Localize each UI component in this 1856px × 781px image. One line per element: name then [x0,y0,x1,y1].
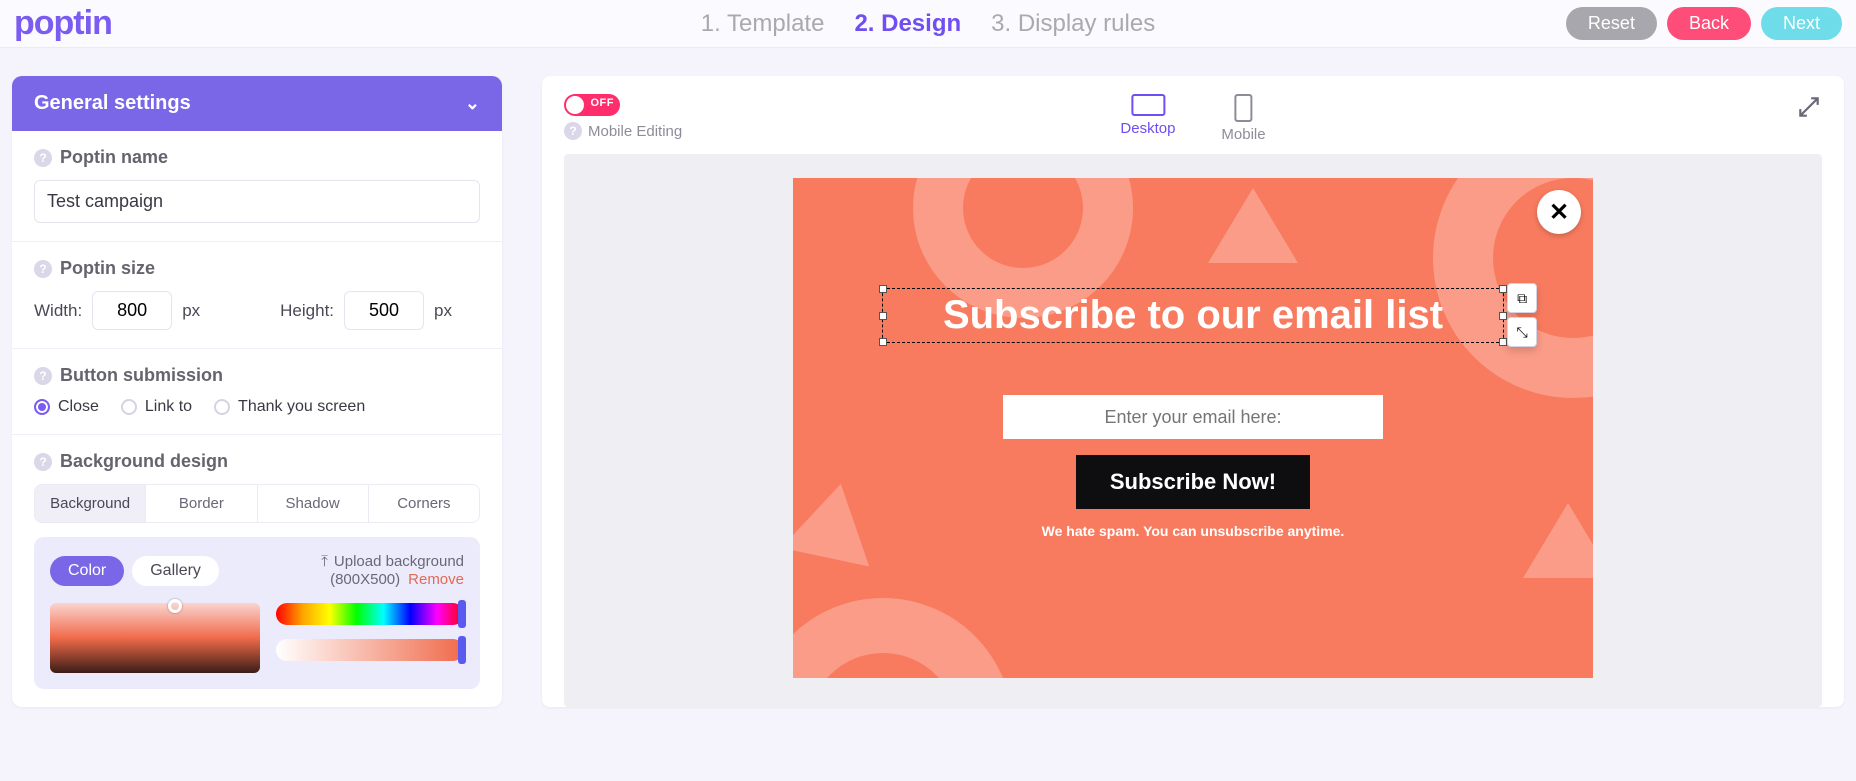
section-label: Poptin size [60,258,155,279]
poptin-name-section: ? Poptin name [12,131,502,242]
upload-background[interactable]: ⤒Upload background (800X500)Remove [321,553,464,589]
section-label: Background design [60,451,228,472]
upload-icon: ⤒ [321,553,328,570]
unit-label: px [434,301,452,321]
reset-button[interactable]: Reset [1566,7,1657,40]
device-desktop[interactable]: Desktop [1120,94,1175,143]
radio-close[interactable]: Close [34,398,99,416]
mobile-editing-label: Mobile Editing [588,123,682,140]
resize-handle-icon[interactable] [879,338,887,346]
resize-handle-icon[interactable] [879,312,887,320]
duplicate-button[interactable]: ⧉ [1507,283,1537,313]
preview-stage: ✕ Subscribe to our email list ⧉ ⤡ [564,154,1822,707]
tab-background[interactable]: Background [35,485,145,522]
toggle-knob-icon [566,96,584,114]
help-icon[interactable]: ? [564,122,582,140]
tab-corners[interactable]: Corners [368,485,479,522]
pill-gallery[interactable]: Gallery [132,556,219,586]
expand-button[interactable]: ⤡ [1507,317,1537,347]
step-display-rules[interactable]: 3. Display rules [991,10,1155,38]
help-icon[interactable]: ? [34,367,52,385]
panel-title: General settings [34,92,191,115]
back-button[interactable]: Back [1667,7,1751,40]
chevron-down-icon: ⌄ [465,93,480,114]
resize-handle-icon[interactable] [1499,312,1507,320]
hue-slider[interactable] [276,603,464,625]
logo: poptin [14,4,112,43]
settings-sidebar: General settings ⌄ ? Poptin name ? Popti… [12,76,502,707]
step-design[interactable]: 2. Design [854,10,961,38]
radio-thank-you[interactable]: Thank you screen [214,398,365,416]
button-submission-section: ? Button submission Close Link to Thank … [12,349,502,435]
help-icon[interactable]: ? [34,260,52,278]
resize-handle-icon[interactable] [879,285,887,293]
main-area: General settings ⌄ ? Poptin name ? Popti… [0,48,1856,707]
popup-headline: Subscribe to our email list [943,293,1443,337]
canvas-toolbar: OFF ? Mobile Editing Desktop Mobile [564,94,1822,154]
mobile-icon [1235,94,1253,122]
top-buttons: Reset Back Next [1566,7,1842,40]
color-field[interactable] [50,603,260,673]
poptin-size-section: ? Poptin size Width: px Height: px [12,242,502,349]
bg-panel: Color Gallery ⤒Upload background (800X50… [34,537,480,689]
fullscreen-icon[interactable] [1796,94,1822,120]
copy-icon: ⧉ [1517,290,1527,307]
popup-disclaimer: We hate spam. You can unsubscribe anytim… [1042,523,1345,539]
mobile-editing-toggle[interactable]: OFF [564,94,620,116]
step-template[interactable]: 1. Template [701,10,825,38]
expand-icon: ⤡ [1516,324,1527,341]
popup-preview[interactable]: ✕ Subscribe to our email list ⧉ ⤡ [793,178,1593,678]
remove-background-link[interactable]: Remove [408,571,464,588]
element-tools: ⧉ ⤡ [1507,283,1537,347]
resize-handle-icon[interactable] [1499,285,1507,293]
help-icon[interactable]: ? [34,149,52,167]
alpha-slider[interactable] [276,639,464,661]
section-label: Poptin name [60,147,168,168]
headline-element[interactable]: Subscribe to our email list ⧉ ⤡ [882,288,1504,343]
pill-color[interactable]: Color [50,556,124,586]
general-settings-header[interactable]: General settings ⌄ [12,76,502,131]
top-bar: poptin 1. Template 2. Design 3. Display … [0,0,1856,48]
device-mobile[interactable]: Mobile [1221,94,1265,143]
tab-shadow[interactable]: Shadow [257,485,368,522]
slider-thumb-icon[interactable] [458,636,466,664]
decor-circle-icon [793,598,1013,678]
radio-dot-icon [121,399,137,415]
popup-subscribe-button[interactable]: Subscribe Now! [1076,455,1310,509]
resize-handle-icon[interactable] [1499,338,1507,346]
design-canvas: OFF ? Mobile Editing Desktop Mobile [542,76,1844,707]
slider-thumb-icon[interactable] [458,600,466,628]
section-label: Button submission [60,365,223,386]
radio-dot-icon [214,399,230,415]
popup-email-input[interactable] [1003,395,1383,439]
width-label: Width: [34,301,82,321]
poptin-name-input[interactable] [34,180,480,223]
bg-subtabs: Background Border Shadow Corners [34,484,480,523]
unit-label: px [182,301,200,321]
background-design-section: ? Background design Background Border Sh… [12,435,502,707]
radio-dot-icon [34,399,50,415]
radio-link-to[interactable]: Link to [121,398,192,416]
help-icon[interactable]: ? [34,453,52,471]
width-input[interactable] [92,291,172,330]
wizard-steps: 1. Template 2. Design 3. Display rules [701,10,1155,38]
next-button[interactable]: Next [1761,7,1842,40]
height-label: Height: [280,301,334,321]
tab-border[interactable]: Border [145,485,256,522]
height-input[interactable] [344,291,424,330]
color-cursor-icon[interactable] [168,599,182,613]
desktop-icon [1131,94,1165,116]
toggle-state-label: OFF [591,97,615,109]
